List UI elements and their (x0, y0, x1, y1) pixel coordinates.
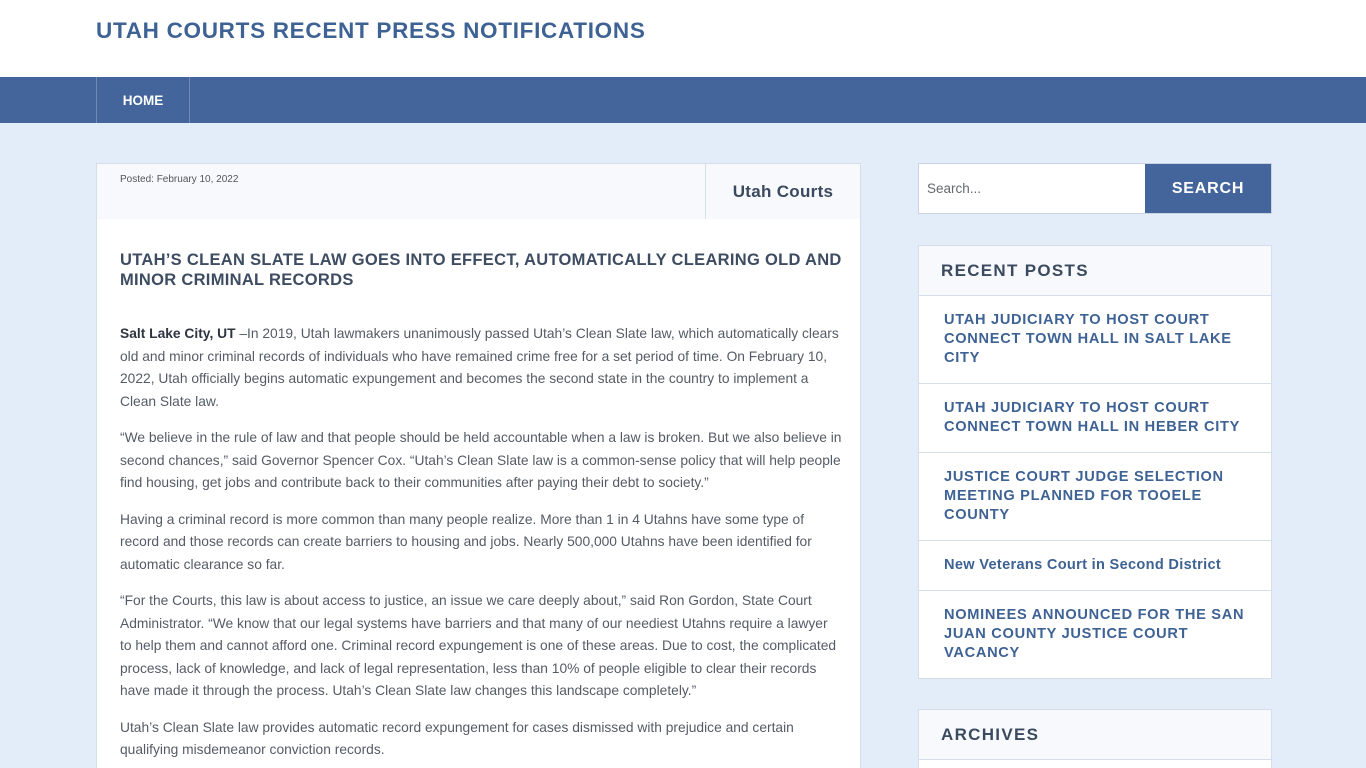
post-lead-location: Salt Lake City, UT (120, 326, 236, 341)
recent-post-link[interactable]: JUSTICE COURT JUDGE SELECTION MEETING PL… (919, 453, 1271, 541)
post-paragraph: Having a criminal record is more common … (120, 511, 812, 572)
post-date: Posted: February 10, 2022 (120, 174, 239, 185)
post-article: UTAH’S CLEAN SLATE LAW GOES INTO EFFECT,… (96, 219, 861, 768)
post-paragraph: “For the Courts, this law is about acces… (120, 593, 837, 698)
main-nav: HOME (0, 77, 1366, 123)
archives-title: ARCHIVES (919, 710, 1271, 760)
post-author[interactable]: Utah Courts (705, 164, 860, 219)
site-title[interactable]: UTAH COURTS RECENT PRESS NOTIFICATIONS (96, 18, 646, 44)
search-button[interactable]: SEARCH (1145, 164, 1271, 213)
recent-posts-title: RECENT POSTS (919, 246, 1271, 296)
recent-post-link[interactable]: New Veterans Court in Second District (919, 541, 1271, 591)
recent-post-link[interactable]: NOMINEES ANNOUNCED FOR THE SAN JUAN COUN… (919, 591, 1271, 678)
post-paragraph: Utah’s Clean Slate law provides automati… (120, 719, 794, 758)
archives-widget: ARCHIVES (918, 709, 1272, 768)
post-paragraph: “We believe in the rule of law and that … (120, 430, 842, 490)
recent-post-link[interactable]: UTAH JUDICIARY TO HOST COURT CONNECT TOW… (919, 384, 1271, 453)
post-title: UTAH’S CLEAN SLATE LAW GOES INTO EFFECT,… (120, 251, 842, 289)
recent-posts-widget: RECENT POSTS UTAH JUDICIARY TO HOST COUR… (918, 245, 1272, 679)
nav-item-home[interactable]: HOME (96, 77, 190, 123)
search-form: SEARCH (918, 163, 1272, 214)
site-header: UTAH COURTS RECENT PRESS NOTIFICATIONS (0, 0, 1366, 77)
post-paragraph: Salt Lake City, UT –In 2019, Utah lawmak… (120, 323, 842, 413)
search-input[interactable] (919, 164, 1145, 213)
post-content: Salt Lake City, UT –In 2019, Utah lawmak… (120, 323, 842, 768)
recent-post-link[interactable]: UTAH JUDICIARY TO HOST COURT CONNECT TOW… (919, 296, 1271, 384)
post-meta: Posted: February 10, 2022 Utah Courts (96, 163, 861, 220)
